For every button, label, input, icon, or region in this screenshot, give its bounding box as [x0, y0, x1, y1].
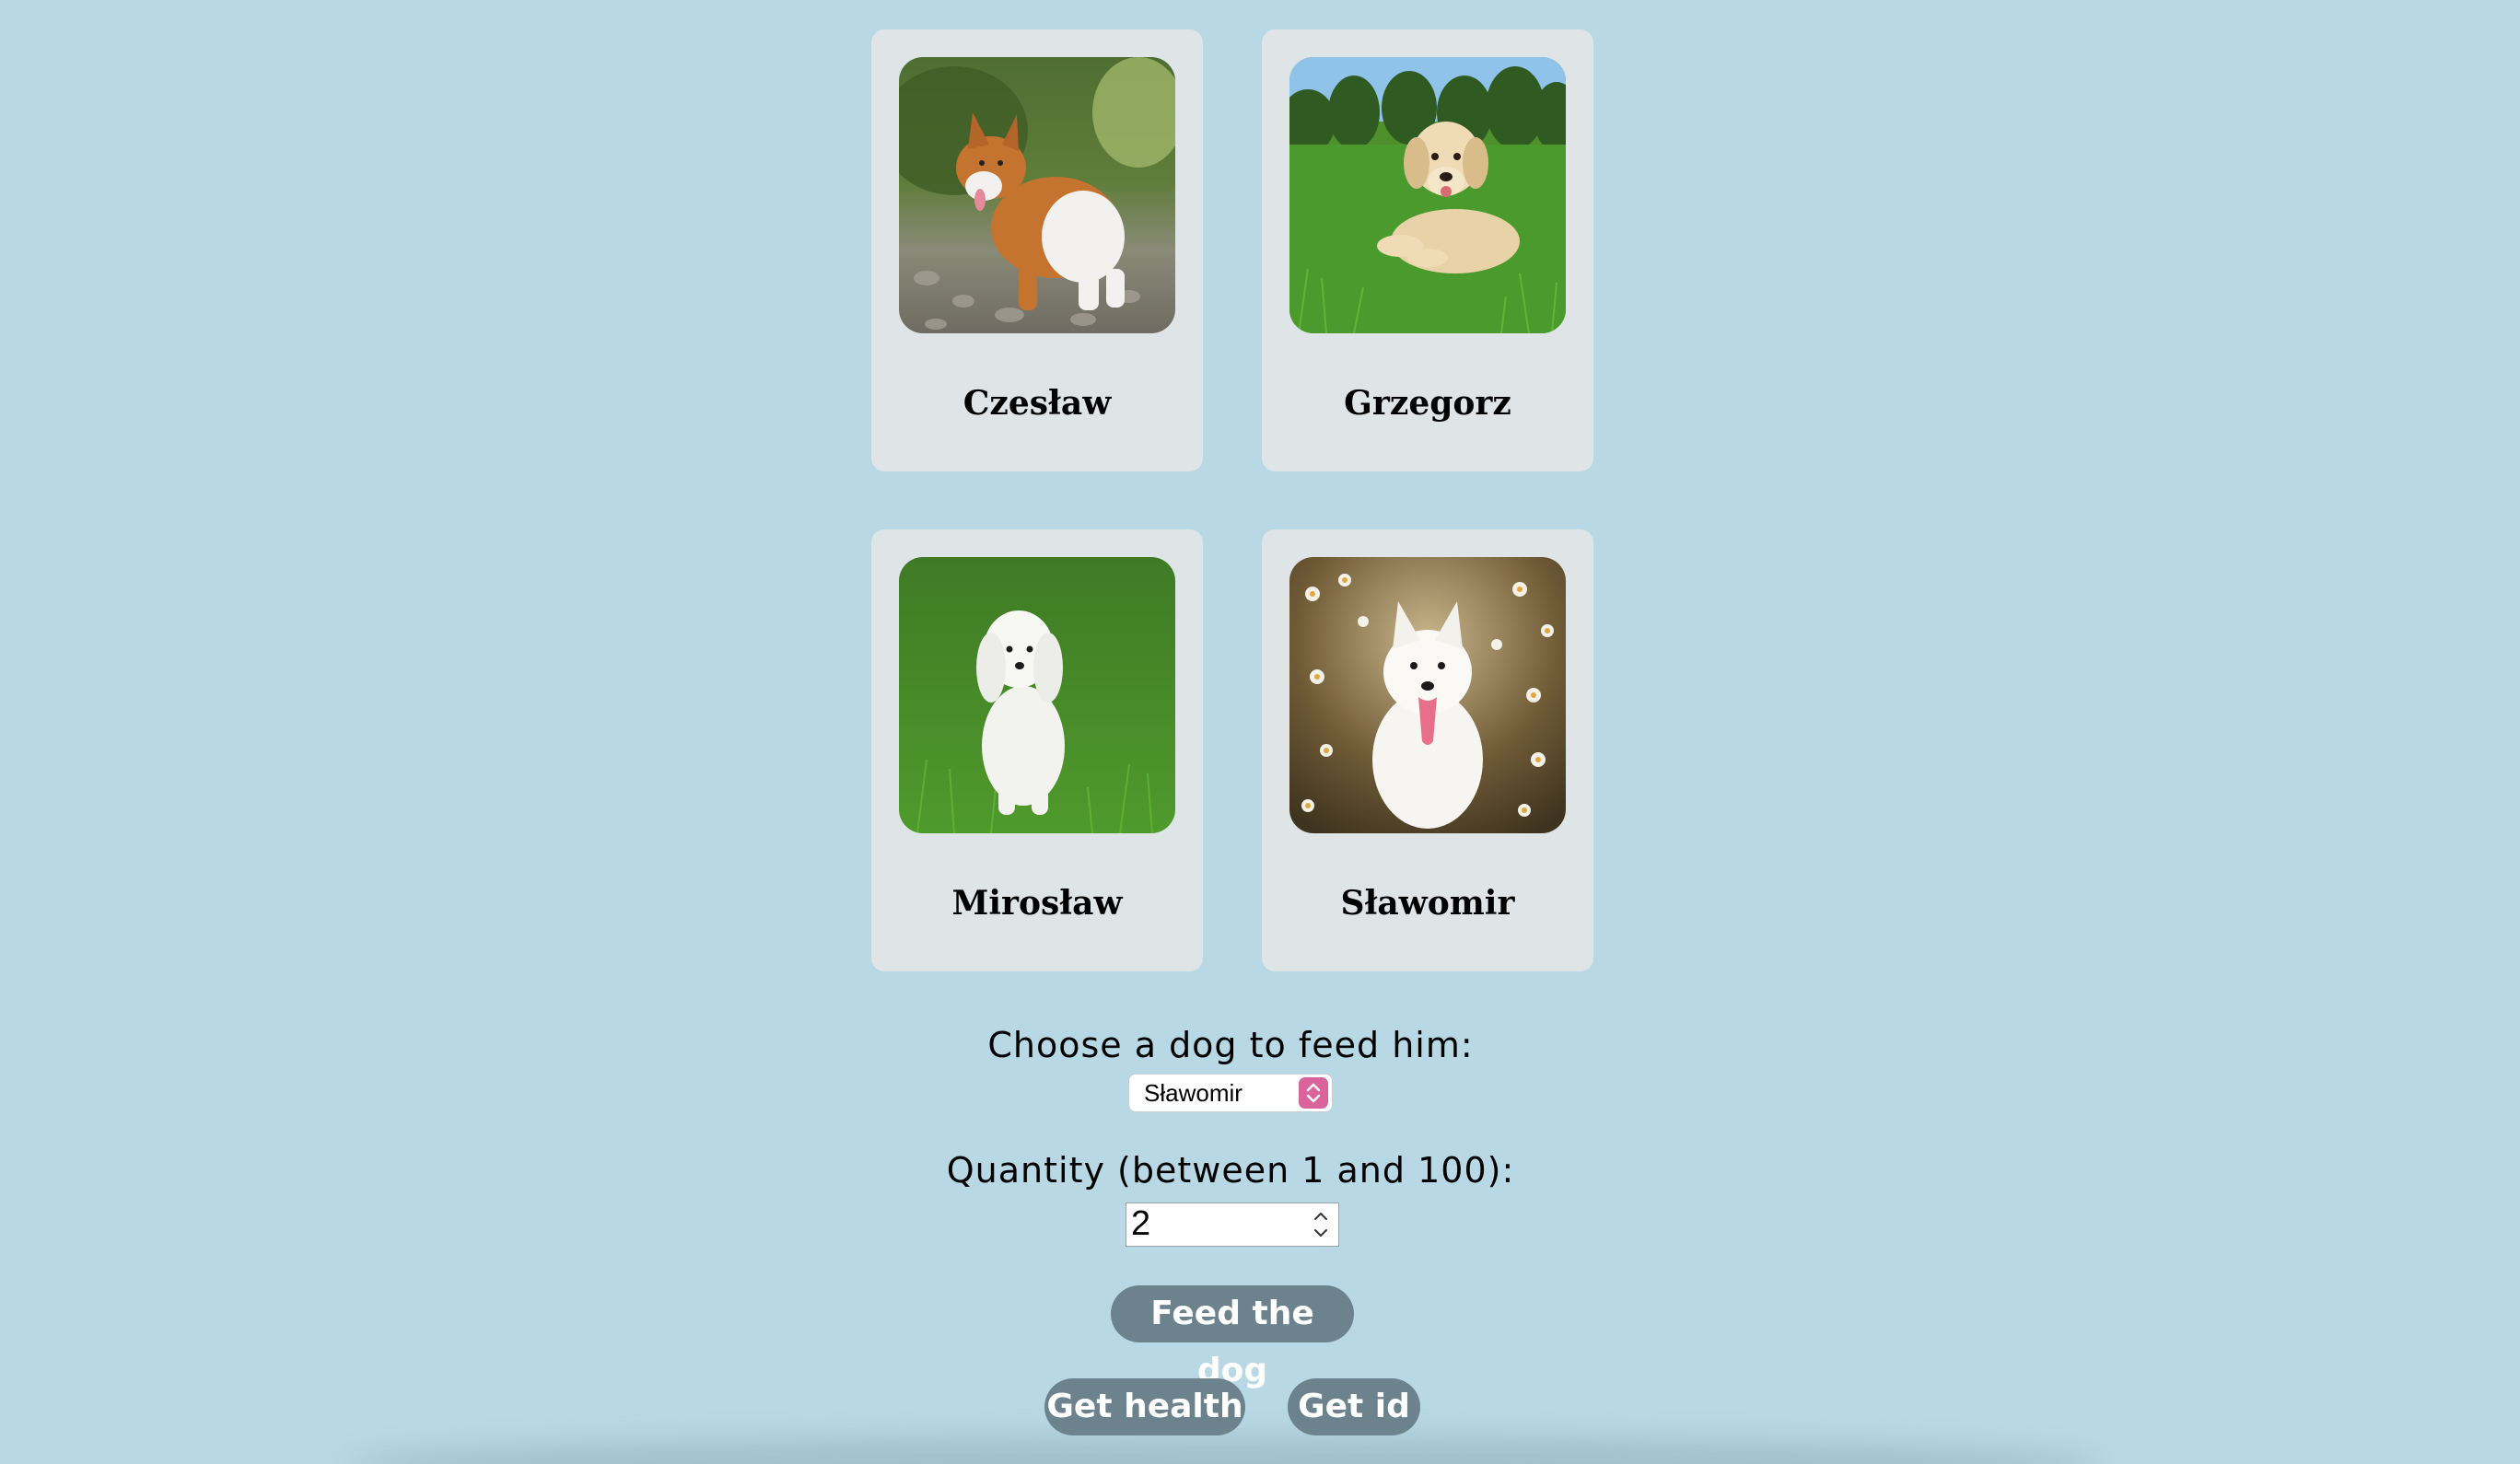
dog-card-miroslaw: Mirosław	[871, 529, 1203, 971]
page: Czesław Grzegorz Mirosław Sławomir Choos…	[0, 0, 2520, 1464]
dog-name: Czesław	[962, 384, 1112, 423]
stepper-arrows-icon[interactable]	[1311, 1207, 1331, 1242]
corgi-photo	[899, 57, 1175, 333]
dog-name: Grzegorz	[1344, 384, 1511, 423]
get-health-button[interactable]: Get health	[1044, 1378, 1245, 1435]
dog-select[interactable]: Sławomir	[1129, 1075, 1332, 1111]
quantity-label: Quantity (between 1 and 100):	[946, 1150, 1515, 1191]
get-id-button[interactable]: Get id	[1288, 1378, 1420, 1435]
chevron-up-down-icon	[1299, 1077, 1328, 1109]
dog-name: Mirosław	[951, 884, 1123, 923]
dog-card-slawomir: Sławomir	[1262, 529, 1593, 971]
feed-dog-button[interactable]: Feed the dog	[1111, 1285, 1354, 1389]
dog-select-value: Sławomir	[1144, 1079, 1242, 1107]
dog-name: Sławomir	[1340, 884, 1515, 923]
samoyed-photo	[1289, 557, 1566, 833]
bottom-shadow	[350, 1436, 2100, 1464]
choose-dog-label: Choose a dog to feed him:	[987, 1025, 1474, 1065]
dog-card-czeslaw: Czesław	[871, 29, 1203, 471]
maltese-photo	[899, 557, 1175, 833]
dog-card-grzegorz: Grzegorz	[1262, 29, 1593, 471]
golden-retriever-photo	[1289, 57, 1566, 333]
quantity-value: 2	[1131, 1204, 1151, 1243]
quantity-input[interactable]: 2	[1126, 1203, 1339, 1247]
